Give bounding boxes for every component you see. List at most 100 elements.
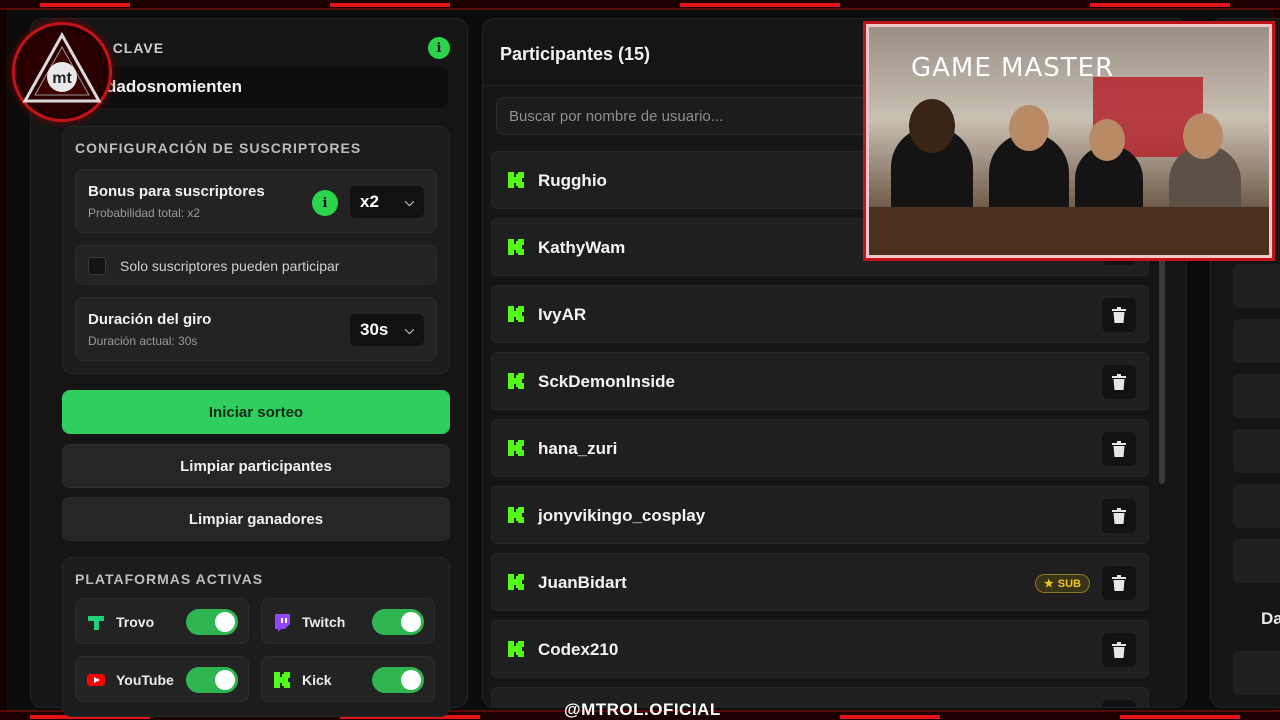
frame-left (0, 0, 8, 720)
delete-participant-button[interactable] (1102, 499, 1136, 533)
participants-title: Participantes (15) (500, 44, 651, 64)
svg-text:mt: mt (52, 70, 72, 87)
participant-name: hana_zuri (538, 439, 618, 458)
only-subs-checkbox[interactable] (88, 257, 106, 275)
participant-name: Codex210 (538, 640, 619, 659)
trash-icon (1112, 307, 1126, 323)
participant-name: KathyWam (538, 238, 626, 257)
participant-row: Codex210 (491, 620, 1149, 678)
delete-participant-button[interactable] (1102, 633, 1136, 667)
participant-row: jonyvikingo_cosplay (491, 486, 1149, 544)
chevron-down-icon: ⌵ (404, 322, 414, 337)
kick-icon (508, 440, 524, 456)
frame-top (0, 0, 1280, 10)
participant-name: JuanBidart (538, 573, 627, 592)
participant-name: jonyvikingo_cosplay (538, 506, 706, 525)
twitch-toggle[interactable] (372, 609, 424, 635)
platform-label: Trovo (116, 614, 155, 630)
delete-participant-button[interactable] (1102, 432, 1136, 466)
only-subs-label: Solo suscriptores pueden participar (120, 258, 340, 274)
right-panel-text: Da (1261, 609, 1280, 628)
delete-participant-button[interactable] (1102, 365, 1136, 399)
scrollbar[interactable] (1159, 254, 1165, 484)
kick-icon (506, 706, 526, 708)
spin-duration-title: Duración del giro (88, 311, 212, 328)
clear-participants-button[interactable]: Limpiar participantes (62, 444, 450, 488)
spin-duration-subtitle: Duración actual: 30s (88, 334, 198, 348)
webcam-head (909, 99, 955, 153)
spin-duration-value: 30s (360, 320, 389, 339)
trovo-toggle[interactable] (186, 609, 238, 635)
keyword-input[interactable]: dadosnomienten (62, 66, 448, 108)
participant-name: SckDemonInside (538, 372, 675, 391)
platform-label: YouTube (116, 672, 174, 688)
kick-icon (508, 239, 524, 255)
kick-icon (272, 670, 292, 690)
spin-duration-select[interactable]: 30s ⌵ (350, 314, 424, 346)
delete-participant-button[interactable] (1102, 566, 1136, 600)
webcam-head (1089, 119, 1125, 161)
subscriber-config-title: CONFIGURACIÓN DE SUSCRIPTORES (75, 140, 362, 156)
webcam-title: GAME MASTER (911, 53, 1115, 83)
participant-row: SckDemonInside (491, 352, 1149, 410)
chevron-down-icon: ⌵ (404, 194, 414, 209)
platforms-title: PLATAFORMAS ACTIVAS (75, 571, 264, 587)
bonus-title: Bonus para suscriptores (88, 183, 265, 200)
bonus-multiplier-value: x2 (360, 192, 379, 211)
trash-icon (1112, 575, 1126, 591)
panel-slot (1233, 319, 1280, 363)
start-raffle-button[interactable]: Iniciar sorteo (62, 390, 450, 434)
bonus-subtitle: Probabilidad total: x2 (88, 206, 201, 220)
spin-duration-card: Duración del giro Duración actual: 30s 3… (75, 297, 437, 361)
platform-twitch: Twitch (261, 598, 435, 644)
panel-slot (1233, 484, 1280, 528)
only-subs-card[interactable]: Solo suscriptores pueden participar (75, 245, 437, 285)
trash-icon (1112, 374, 1126, 390)
platform-kick: Kick (261, 656, 435, 702)
subscriber-config-section: CONFIGURACIÓN DE SUSCRIPTORES Bonus para… (62, 126, 450, 374)
panel-slot (1233, 429, 1280, 473)
delete-participant-button[interactable] (1102, 700, 1136, 707)
info-icon[interactable]: i (428, 37, 450, 59)
trovo-icon (86, 612, 106, 632)
bonus-multiplier-select[interactable]: x2 ⌵ (350, 186, 424, 218)
webcam-head (1183, 113, 1223, 159)
participant-row: JuanBidart ★ SUB (491, 553, 1149, 611)
kick-toggle[interactable] (372, 667, 424, 693)
platform-trovo: Trovo (75, 598, 249, 644)
kick-icon (508, 507, 524, 523)
platforms-section: PLATAFORMAS ACTIVAS Trovo Twitch YouTube… (62, 557, 450, 717)
participant-row: IvyAR (491, 285, 1149, 343)
twitch-icon (272, 612, 292, 632)
logo-triangle-icon: mt (22, 31, 102, 103)
platform-label: Kick (302, 672, 332, 688)
youtube-toggle[interactable] (186, 667, 238, 693)
kick-icon (508, 574, 524, 590)
channel-watermark: @MTROL.OFICIAL (564, 700, 721, 719)
participant-name: IvyAR (538, 305, 587, 324)
star-icon: ★ (1043, 578, 1054, 590)
participant-name: Rugghio (538, 171, 607, 190)
clear-winners-button[interactable]: Limpiar ganadores (62, 497, 450, 541)
kick-icon (508, 641, 524, 657)
kick-icon (508, 306, 524, 322)
sub-badge: ★ SUB (1034, 574, 1090, 593)
channel-logo: mt (12, 22, 112, 122)
bonus-info-icon[interactable]: i (312, 190, 338, 216)
trash-icon (1112, 441, 1126, 457)
bonus-card: Bonus para suscriptores Probabilidad tot… (75, 169, 437, 233)
sub-badge-label: SUB (1057, 577, 1081, 590)
participant-row: hana_zuri (491, 419, 1149, 477)
panel-slot (1233, 264, 1280, 308)
webcam-head (1009, 105, 1049, 151)
panel-slot (1233, 651, 1280, 695)
platform-label: Twitch (302, 614, 346, 630)
trash-icon (1112, 642, 1126, 658)
webcam-overlay: GAME MASTER (863, 21, 1275, 261)
trash-icon (1112, 508, 1126, 524)
youtube-icon (86, 670, 106, 690)
platform-youtube: YouTube (75, 656, 249, 702)
delete-participant-button[interactable] (1102, 298, 1136, 332)
panel-slot (1233, 539, 1280, 583)
webcam-table (869, 207, 1269, 255)
